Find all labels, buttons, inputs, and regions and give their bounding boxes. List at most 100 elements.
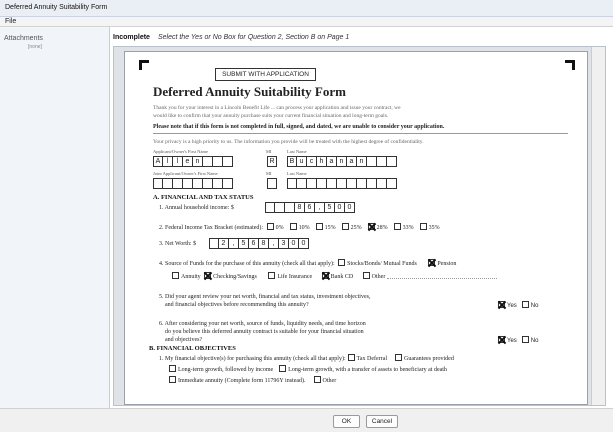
name-char-cell (387, 178, 397, 189)
name-char-cell (367, 178, 377, 189)
name-char-cell (223, 156, 233, 167)
section-a-heading: A. FINANCIAL AND TAX STATUS (153, 194, 254, 201)
funds-stocks-checkbox[interactable] (338, 259, 346, 266)
mi-field[interactable]: R (267, 156, 277, 167)
networth-char-cell: , (229, 238, 239, 249)
form-page: SUBMIT WITH APPLICATION Deferred Annuity… (124, 51, 588, 405)
joint-last-field[interactable] (287, 178, 397, 189)
status-state: Incomplete (113, 34, 150, 41)
joint-mi-field[interactable] (267, 178, 277, 189)
privacy-text: Your privacy is a high priority to us. T… (153, 139, 424, 145)
q6-no-checkbox[interactable] (521, 336, 529, 343)
q5-yes-checkbox[interactable] (498, 301, 505, 308)
attachments-none: [none] (28, 44, 42, 50)
joint-first-field[interactable] (153, 178, 233, 189)
name-char-cell: l (163, 156, 173, 167)
name-char-cell (213, 156, 223, 167)
name-char-cell: B (287, 156, 297, 167)
bracket-checkbox[interactable] (289, 223, 297, 230)
name-char-cell (347, 178, 357, 189)
income-char-cell (285, 202, 295, 213)
name-char-cell (183, 178, 193, 189)
b-immediate-checkbox[interactable] (169, 376, 176, 383)
q5-no-checkbox[interactable] (521, 301, 529, 308)
attachments-heading: Attachments (4, 35, 43, 42)
name-char-cell (357, 178, 367, 189)
note-text: Please note that if this form is not com… (153, 124, 445, 130)
income-char-cell: 5 (325, 202, 335, 213)
divider (153, 133, 568, 134)
name-char-cell (213, 178, 223, 189)
funds-annuity-checkbox[interactable] (172, 272, 179, 279)
attachments-panel: Attachments [none] (0, 27, 110, 432)
menu-file[interactable]: File (5, 18, 16, 25)
name-char-cell (193, 178, 203, 189)
b-ltg-transfer-checkbox[interactable] (279, 365, 287, 372)
status-message: Select the Yes or No Box for Question 2,… (157, 34, 350, 41)
cancel-button[interactable]: Cancel (366, 415, 398, 428)
menu-bar: File (0, 17, 613, 27)
q1-label: 1. Annual household income: $ (159, 205, 234, 211)
b-other-checkbox[interactable] (313, 376, 321, 383)
name-char-cell (163, 178, 173, 189)
b-tax-checkbox[interactable] (347, 354, 355, 361)
corner-mark (139, 60, 149, 70)
income-char-cell: 6 (305, 202, 315, 213)
first-name-label: Applicant/Owner's First Name (153, 149, 209, 154)
submit-banner: SUBMIT WITH APPLICATION (215, 68, 316, 81)
first-name-field[interactable]: Allen (153, 156, 233, 167)
funds-other-field[interactable] (386, 272, 497, 279)
funds-life-checkbox[interactable] (268, 272, 276, 279)
name-char-cell (387, 156, 397, 167)
funds-pension-checkbox[interactable] (428, 259, 436, 266)
name-char-cell (337, 178, 347, 189)
funds-checking-checkbox[interactable] (204, 272, 212, 279)
name-char-cell: n (357, 156, 367, 167)
joint-last-label: Last Name (287, 171, 307, 176)
b1-line: 1. My financial objective(s) for purchas… (159, 354, 454, 362)
bracket-checkbox[interactable] (419, 223, 427, 230)
ok-button[interactable]: OK (333, 415, 360, 428)
document-viewer[interactable]: SUBMIT WITH APPLICATION Deferred Annuity… (113, 46, 606, 406)
name-char-cell: a (347, 156, 357, 167)
funds-other-checkbox[interactable] (362, 272, 370, 279)
name-char-cell (317, 178, 327, 189)
mi-char-cell (267, 178, 277, 189)
q6-yes-checkbox[interactable] (498, 336, 505, 343)
window-titlebar: Deferred Annuity Suitability Form (0, 0, 613, 17)
networth-char-cell: 5 (239, 238, 249, 249)
last-name-label: Last Name (287, 149, 307, 154)
networth-char-cell: 0 (299, 238, 309, 249)
q4-line: 4. Source of Funds for the purchase of t… (159, 259, 457, 267)
networth-char-cell: 2 (219, 238, 229, 249)
bracket-checkbox[interactable] (315, 223, 323, 230)
income-field[interactable]: 86,500 (265, 202, 355, 213)
bracket-label: 33% (402, 225, 414, 231)
b-ltg-income-checkbox[interactable] (169, 365, 176, 372)
funds-bankcd-checkbox[interactable] (321, 272, 329, 279)
networth-field[interactable]: 2,568,300 (209, 238, 309, 249)
networth-char-cell: 6 (249, 238, 259, 249)
income-char-cell (265, 202, 275, 213)
mi-char-cell: R (267, 156, 277, 167)
name-char-cell (287, 178, 297, 189)
income-char-cell: 0 (345, 202, 355, 213)
bracket-checkbox[interactable] (367, 223, 375, 230)
form-title: Deferred Annuity Suitability Form (153, 84, 346, 99)
mi-label: MI (266, 149, 272, 154)
bracket-checkbox[interactable] (341, 223, 349, 230)
q5-yes-no: Yes No (496, 301, 538, 309)
name-char-cell: l (173, 156, 183, 167)
q3-label: 3. Net Worth: $ (159, 241, 197, 247)
bracket-label: 35% (428, 225, 440, 231)
bracket-checkbox[interactable] (266, 223, 274, 230)
networth-char-cell: , (269, 238, 279, 249)
name-char-cell (377, 178, 387, 189)
name-char-cell (203, 156, 213, 167)
vertical-scrollbar[interactable] (591, 47, 605, 405)
q4-line2: Annuity Checking/Savings Life Insurance … (170, 272, 497, 281)
window-title: Deferred Annuity Suitability Form (5, 4, 108, 11)
last-name-field[interactable]: Buchanan (287, 156, 397, 167)
bracket-checkbox[interactable] (393, 223, 401, 230)
b-guarantees-checkbox[interactable] (395, 354, 403, 361)
